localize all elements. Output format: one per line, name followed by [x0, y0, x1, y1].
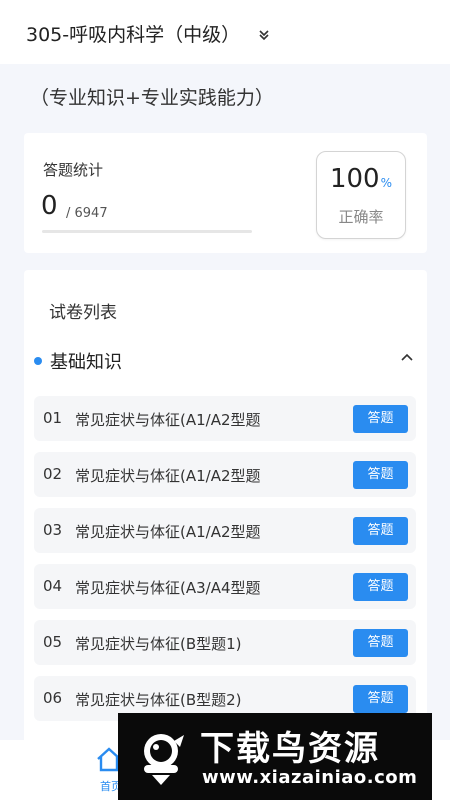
answered-count: 0 [41, 191, 58, 221]
paper-title: 常见症状与体征(A1/A2型题 [75, 523, 261, 541]
course-selector[interactable]: 305-呼吸内科学（中级） [26, 20, 270, 47]
answer-button[interactable]: 答题 [353, 517, 408, 545]
watermark-banner: 下载鸟资源 www.xiazainiao.com [118, 713, 432, 800]
paper-list-title: 试卷列表 [49, 303, 117, 323]
paper-item[interactable]: 01 常见症状与体征(A1/A2型题 答题 [34, 396, 416, 441]
paper-item[interactable]: 05 常见症状与体征(B型题1) 答题 [34, 620, 416, 665]
stats-label: 答题统计 [43, 161, 104, 179]
bird-logo-icon [134, 727, 188, 787]
top-bar: 305-呼吸内科学（中级） [0, 0, 450, 64]
exam-subtitle: （专业知识+专业实践能力） [30, 87, 274, 109]
answer-button[interactable]: 答题 [353, 629, 408, 657]
progress-bar [42, 230, 252, 233]
section-dot [34, 357, 42, 365]
paper-number: 04 [43, 577, 63, 595]
paper-number: 03 [43, 521, 63, 539]
double-chevron-down-icon [258, 27, 270, 45]
watermark-brand: 下载鸟资源 [200, 729, 380, 769]
paper-title: 常见症状与体征(A1/A2型题 [75, 467, 261, 485]
chevron-up-icon[interactable] [400, 346, 414, 367]
paper-item[interactable]: 04 常见症状与体征(A3/A4型题 答题 [34, 564, 416, 609]
section-header[interactable]: 基础知识 [34, 348, 414, 374]
answer-button[interactable]: 答题 [353, 573, 408, 601]
total-count: / 6947 [66, 206, 108, 221]
accuracy-box: 100% 正确率 [316, 151, 406, 239]
paper-number: 05 [43, 633, 63, 651]
paper-list-panel: 试卷列表 基础知识 01 常见症状与体征(A1/A2型题 答题 02 常见症状与… [24, 270, 427, 750]
paper-item[interactable]: 03 常见症状与体征(A1/A2型题 答题 [34, 508, 416, 553]
accuracy-unit: % [380, 176, 393, 190]
paper-number: 02 [43, 465, 63, 483]
stats-card: 答题统计 0 / 6947 100% 正确率 [24, 133, 427, 253]
paper-title: 常见症状与体征(A1/A2型题 [75, 411, 261, 429]
accuracy-value: 100 [329, 164, 380, 194]
paper-number: 06 [43, 689, 63, 707]
course-title: 305-呼吸内科学（中级） [26, 24, 241, 46]
paper-title: 常见症状与体征(B型题1) [75, 635, 242, 653]
watermark-url: www.xiazainiao.com [202, 767, 418, 788]
paper-title: 常见症状与体征(B型题2) [75, 691, 242, 709]
paper-number: 01 [43, 409, 63, 427]
answer-button[interactable]: 答题 [353, 405, 408, 433]
accuracy-caption: 正确率 [338, 208, 384, 226]
answer-button[interactable]: 答题 [353, 685, 408, 713]
paper-item[interactable]: 02 常见症状与体征(A1/A2型题 答题 [34, 452, 416, 497]
paper-title: 常见症状与体征(A3/A4型题 [75, 579, 261, 597]
section-name: 基础知识 [50, 352, 122, 373]
answer-button[interactable]: 答题 [353, 461, 408, 489]
